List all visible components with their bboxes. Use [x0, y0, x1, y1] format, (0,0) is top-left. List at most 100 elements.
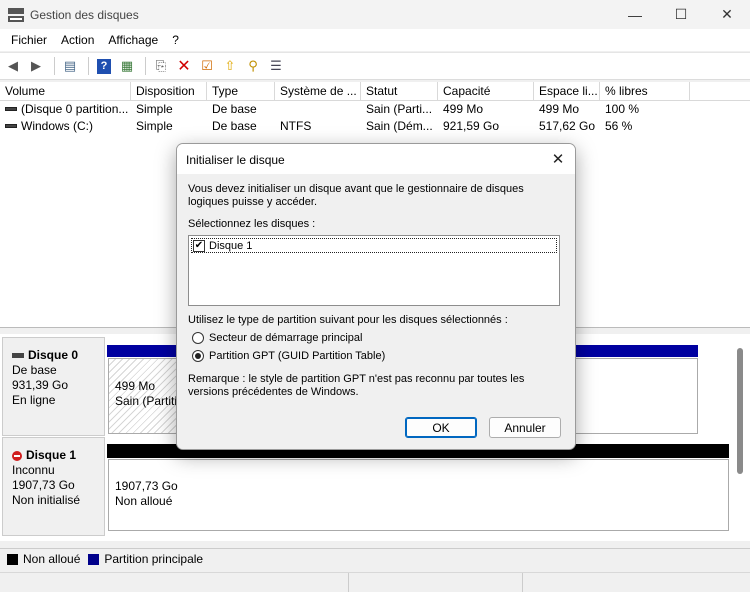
volume-icon [5, 123, 17, 128]
legend-swatch-unallocated [7, 553, 18, 565]
legend-swatch-primary [88, 553, 100, 565]
legend-item: Non alloué [7, 552, 80, 566]
toolbar-separator [88, 57, 89, 75]
legend-label: Non alloué [23, 552, 81, 566]
settings-list-icon[interactable]: ☰ [266, 56, 286, 76]
legend: Non alloué Partition principale [0, 548, 750, 569]
status-bar [0, 572, 750, 592]
partition-style-label: Utilisez le type de partition suivant po… [188, 314, 508, 326]
cell-filesystem [275, 101, 361, 118]
cell-percent-free: 56 % [605, 119, 633, 133]
minimize-button[interactable]: — [612, 0, 658, 29]
help-icon[interactable]: ? [94, 56, 114, 76]
gpt-radio[interactable] [192, 350, 204, 362]
unallocated-size: 1907,73 Go [115, 479, 178, 493]
toolbar-separator [54, 57, 55, 75]
close-icon: ✕ [551, 151, 565, 168]
toolbar-separator [145, 57, 146, 75]
table-row[interactable]: Windows (C:) Simple De base NTFS Sain (D… [0, 118, 750, 135]
menu-action[interactable]: Action [54, 33, 101, 47]
list-item[interactable]: ✔ Disque 1 [191, 238, 557, 253]
delete-icon[interactable]: ✕ [174, 56, 194, 76]
select-disks-label: Sélectionnez les disques : [188, 218, 316, 230]
dialog-intro-text: Vous devez initialiser un disque avant q… [188, 183, 524, 208]
disk-management-icon [8, 7, 24, 22]
status-divider [522, 573, 523, 592]
ok-button[interactable]: OK [405, 417, 477, 438]
legend-label: Partition principale [104, 552, 204, 566]
cell-capacity: 499 Mo [443, 102, 484, 116]
cell-type: De base [212, 102, 257, 116]
disk-1-checkbox[interactable]: ✔ [193, 239, 205, 252]
cell-disposition: Simple [136, 102, 173, 116]
dialog-title-bar: Initialiser le disque ✕ [177, 144, 575, 174]
menu-bar: Fichier Action Affichage ? [0, 29, 750, 51]
list-header: Volume Disposition Type Système de ... S… [0, 82, 750, 101]
column-header-capacity[interactable]: Capacité [438, 82, 534, 100]
export-icon[interactable]: ⇧ [220, 56, 240, 76]
menu-fichier[interactable]: Fichier [4, 33, 54, 47]
action-pane-icon[interactable]: ▦ [117, 56, 137, 76]
cell-filesystem: NTFS [280, 119, 312, 133]
column-header-type[interactable]: Type [207, 82, 275, 100]
column-header-status[interactable]: Statut [361, 82, 438, 100]
legend-item: Partition principale [88, 552, 203, 566]
disk-icon [12, 353, 24, 358]
unallocated-status: Non alloué [115, 494, 173, 508]
cell-free-space: 517,62 Go [539, 119, 596, 133]
column-header-percent-free[interactable]: % libres [600, 82, 690, 100]
console-tree-icon[interactable]: ▤ [60, 56, 80, 76]
cell-free-space: 499 Mo [539, 102, 580, 116]
disk-1-label[interactable]: Disque 1 Inconnu 1907,73 Go Non initiali… [2, 437, 105, 536]
title-bar: Gestion des disques — ☐ ✕ [0, 0, 750, 29]
error-disk-icon [12, 450, 22, 461]
disk-item-label: Disque 1 [209, 239, 253, 252]
column-header-volume[interactable]: Volume [0, 82, 131, 100]
disk-1-name: Disque 1 [26, 448, 77, 462]
disk-selection-list[interactable]: ✔ Disque 1 [188, 235, 560, 306]
column-header-free-space[interactable]: Espace li... [534, 82, 600, 100]
properties-icon[interactable]: ☑ [197, 56, 217, 76]
vertical-scrollbar[interactable] [737, 348, 743, 474]
cell-volume: (Disque 0 partition... [21, 102, 129, 116]
option-mbr-label: Secteur de démarrage principal [209, 332, 363, 344]
cell-disposition: Simple [136, 119, 173, 133]
disk-1-size: 1907,73 Go [12, 478, 75, 492]
disk-0-state: En ligne [12, 393, 56, 407]
status-divider [348, 573, 349, 592]
close-window-button[interactable]: ✕ [704, 0, 750, 29]
menu-affichage[interactable]: Affichage [101, 33, 165, 47]
cell-capacity: 921,59 Go [443, 119, 500, 133]
disk-1-type: Inconnu [12, 463, 55, 477]
disk-1-unallocated-space[interactable]: 1907,73 Go Non alloué [108, 459, 729, 531]
column-header-disposition[interactable]: Disposition [131, 82, 207, 100]
column-header-filesystem[interactable]: Système de ... [275, 82, 361, 100]
disk-1-state: Non initialisé [12, 493, 81, 507]
window-title: Gestion des disques [30, 7, 139, 22]
dialog-close-button[interactable]: ✕ [541, 144, 575, 174]
menu-help[interactable]: ? [165, 33, 186, 47]
cell-status: Sain (Dém... [366, 119, 433, 133]
connect-disk-icon[interactable]: ⎘ [151, 56, 171, 76]
dialog-title: Initialiser le disque [186, 153, 285, 167]
dialog-body: Vous devez initialiser un disque avant q… [177, 174, 575, 449]
option-gpt[interactable]: Partition GPT (GUID Partition Table) [192, 350, 385, 362]
back-arrow-icon[interactable]: ◀ [3, 56, 23, 76]
initialize-disk-dialog: Initialiser le disque ✕ Vous devez initi… [176, 143, 576, 450]
disk-0-size: 931,39 Go [12, 378, 69, 392]
cell-percent-free: 100 % [605, 102, 640, 116]
disk-0-label[interactable]: Disque 0 De base 931,39 Go En ligne [2, 337, 105, 436]
option-mbr[interactable]: Secteur de démarrage principal [192, 332, 362, 344]
gpt-remark: Remarque : le style de partition GPT n'e… [188, 373, 525, 398]
search-icon[interactable]: ⚲ [243, 56, 263, 76]
table-row[interactable]: (Disque 0 partition... Simple De base Sa… [0, 101, 750, 118]
option-gpt-label: Partition GPT (GUID Partition Table) [209, 350, 386, 362]
mbr-radio[interactable] [192, 332, 204, 344]
forward-arrow-icon[interactable]: ▶ [26, 56, 46, 76]
maximize-button[interactable]: ☐ [658, 0, 704, 29]
toolbar: ◀ ▶ ▤ ? ▦ ⎘ ✕ ☑ ⇧ ⚲ ☰ [0, 52, 750, 80]
disk-0-name: Disque 0 [28, 348, 79, 362]
cell-volume: Windows (C:) [21, 119, 94, 133]
cell-type: De base [212, 119, 257, 133]
cancel-button[interactable]: Annuler [489, 417, 561, 438]
